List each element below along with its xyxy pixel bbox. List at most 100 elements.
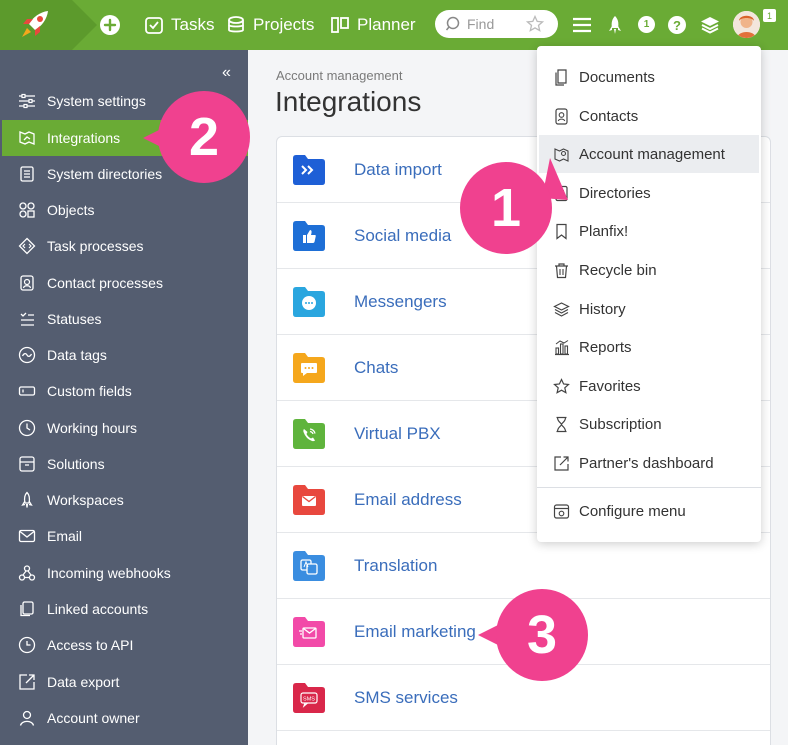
menu-item-configure-menu[interactable]: Configure menu	[537, 492, 761, 530]
help-icon[interactable]: ?	[668, 16, 686, 34]
hourglass-icon	[556, 416, 567, 432]
menu-item-account-management[interactable]: Account management	[539, 135, 759, 173]
add-icon[interactable]	[99, 14, 121, 36]
messenger-bubble-icon	[293, 287, 325, 317]
custom-fields-icon	[18, 386, 36, 396]
nav-planner-label: Planner	[357, 15, 416, 34]
export-icon	[19, 674, 35, 690]
top-bar: Tasks Projects Planner Find 1 ? 1	[0, 0, 788, 50]
sidebar-item-label: Access to API	[47, 637, 134, 653]
sidebar-item-label: Statuses	[47, 311, 102, 327]
sidebar-item-linked-accounts[interactable]: Linked accounts	[0, 591, 248, 627]
user-icon	[19, 710, 35, 726]
sidebar-item-data-export[interactable]: Data export	[0, 664, 248, 700]
sidebar-item-custom-fields[interactable]: Custom fields	[0, 373, 248, 409]
logo-area[interactable]	[0, 0, 72, 50]
nav-planner[interactable]: Planner	[330, 0, 416, 50]
menu-item-directories[interactable]: Directories	[537, 174, 761, 212]
menu-item-label: Recycle bin	[579, 261, 657, 279]
clock-icon	[18, 419, 36, 437]
sidebar-item-account-owner[interactable]: Account owner	[0, 700, 248, 736]
sidebar-item-label: Integrations	[47, 130, 121, 146]
history-layers-icon	[553, 301, 570, 317]
translation-icon	[293, 551, 325, 581]
sidebar-item-label: Account owner	[47, 710, 140, 726]
collapse-sidebar-icon[interactable]: «	[222, 64, 231, 82]
menu-item-label: Planfix!	[579, 222, 629, 240]
callout-3: 3	[496, 589, 588, 681]
rocket-logo-icon	[22, 11, 48, 37]
sidebar-item-incoming-webhooks[interactable]: Incoming webhooks	[0, 555, 248, 591]
rocket-icon[interactable]	[604, 14, 626, 36]
bookmark-icon	[556, 223, 567, 240]
contacts-icon	[555, 107, 568, 125]
envelope-icon	[18, 529, 36, 543]
sidebar-item-label: Objects	[47, 202, 95, 218]
avatar-badge: 1	[763, 9, 776, 22]
sidebar-item-label: Email	[47, 528, 83, 544]
workspaces-rocket-icon	[21, 491, 33, 508]
sidebar-item-label: Data export	[47, 674, 120, 690]
partner-dashboard-icon	[554, 455, 569, 471]
sidebar-item-label: Incoming webhooks	[47, 565, 171, 581]
layers-icon[interactable]	[699, 14, 721, 36]
notification-count[interactable]: 1	[638, 16, 655, 33]
menu-item-planfix[interactable]: Planfix!	[537, 212, 761, 250]
integration-label: Translation	[354, 555, 438, 575]
sliders-icon	[19, 93, 35, 109]
integration-label: Chats	[354, 357, 399, 377]
favorite-star-icon[interactable]	[526, 15, 544, 33]
planner-columns-icon	[331, 17, 349, 33]
menu-item-recycle-bin[interactable]: Recycle bin	[537, 251, 761, 289]
sidebar-item-label: System directories	[47, 166, 163, 182]
menu-hamburger-icon[interactable]	[571, 14, 593, 36]
avatar[interactable]	[733, 11, 760, 38]
nav-tasks[interactable]: Tasks	[144, 0, 214, 50]
integration-translation[interactable]: Translation	[277, 533, 770, 599]
logo-notch	[72, 0, 97, 50]
callout-1: 1	[460, 162, 552, 254]
sidebar-item-label: Linked accounts	[47, 601, 149, 617]
integration-label: Virtual PBX	[354, 423, 441, 443]
sidebar-item-solutions[interactable]: Solutions	[0, 446, 248, 482]
integrations-map-icon	[19, 131, 35, 145]
menu-item-label: Account management	[579, 145, 725, 163]
objects-grid-icon	[19, 202, 35, 218]
sidebar-item-label: Workspaces	[47, 492, 124, 508]
nav-projects[interactable]: Projects	[226, 0, 314, 50]
menu-item-label: Partner's dashboard	[579, 454, 714, 472]
main-menu-dropdown: Documents Contacts Account management Di…	[537, 46, 761, 542]
menu-item-reports[interactable]: Reports	[537, 328, 761, 366]
sidebar-item-workspaces[interactable]: Workspaces	[0, 482, 248, 518]
menu-item-contacts[interactable]: Contacts	[537, 97, 761, 135]
integration-label: Email marketing	[354, 621, 476, 641]
menu-item-partners-dashboard[interactable]: Partner's dashboard	[537, 444, 761, 482]
menu-item-favorites[interactable]: Favorites	[537, 367, 761, 405]
sidebar-item-label: Contact processes	[47, 275, 163, 291]
api-clock-icon	[18, 636, 36, 654]
sidebar-item-contact-processes[interactable]: Contact processes	[0, 265, 248, 301]
svg-text:SMS: SMS	[303, 697, 315, 703]
sidebar-item-statuses[interactable]: Statuses	[0, 301, 248, 337]
thumbs-up-icon	[293, 221, 325, 251]
sidebar-item-email[interactable]: Email	[0, 518, 248, 554]
breadcrumb[interactable]: Account management	[276, 68, 402, 83]
sidebar-item-working-hours[interactable]: Working hours	[0, 410, 248, 446]
sidebar-item-label: Custom fields	[47, 383, 132, 399]
menu-item-label: Directories	[579, 184, 651, 202]
sidebar-item-data-tags[interactable]: Data tags	[0, 337, 248, 373]
sidebar-item-label: Solutions	[47, 456, 105, 472]
page-title: Integrations	[275, 86, 422, 117]
sidebar-item-access-to-api[interactable]: Access to API	[0, 627, 248, 663]
trash-icon	[555, 262, 568, 278]
menu-item-history[interactable]: History	[537, 290, 761, 328]
search-input[interactable]: Find	[435, 10, 558, 38]
menu-item-documents[interactable]: Documents	[537, 58, 761, 96]
linked-accounts-icon	[20, 601, 34, 617]
menu-item-subscription[interactable]: Subscription	[537, 405, 761, 443]
sidebar-item-label: System settings	[47, 93, 146, 109]
sidebar-item-task-processes[interactable]: Task processes	[0, 228, 248, 264]
data-import-icon	[293, 155, 325, 185]
diamond-process-icon	[18, 237, 36, 255]
sidebar-item-objects[interactable]: Objects	[0, 192, 248, 228]
